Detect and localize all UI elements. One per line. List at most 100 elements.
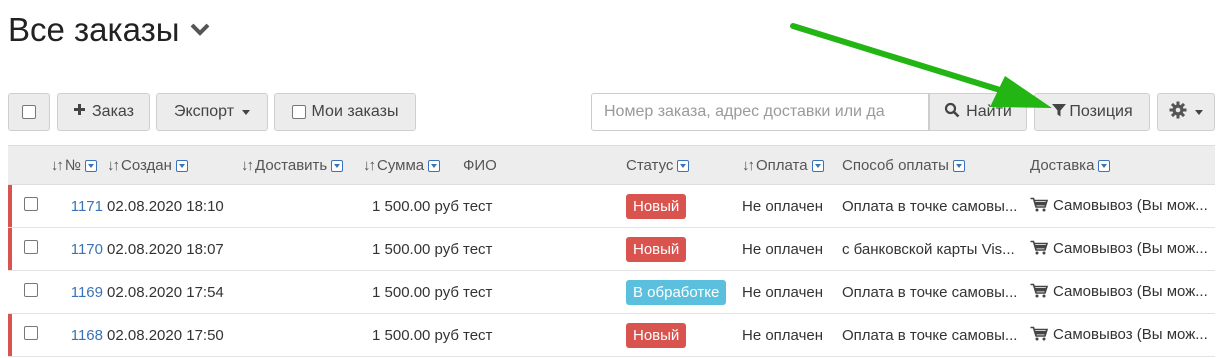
- header-sum[interactable]: ↓↑ Сумма: [359, 145, 459, 185]
- row-select-cell[interactable]: [8, 313, 45, 357]
- row-checkbox[interactable]: [24, 326, 38, 340]
- order-number-link[interactable]: 1168: [71, 327, 103, 344]
- deliver-cell: [233, 270, 359, 314]
- my-orders-toggle[interactable]: Мои заказы: [274, 93, 416, 131]
- filter-icon: [1051, 102, 1067, 123]
- header-number-label: №: [64, 156, 81, 174]
- status-stripe: [8, 314, 12, 356]
- row-checkbox[interactable]: [24, 197, 38, 211]
- filter-dropdown-icon[interactable]: [85, 159, 97, 172]
- filter-dropdown-icon[interactable]: [677, 159, 690, 172]
- header-payment[interactable]: ↓↑ Оплата: [738, 145, 838, 185]
- page-title[interactable]: Все заказы: [8, 8, 210, 52]
- header-payment-method-label: Способ оплаты: [842, 156, 949, 174]
- deliver-cell: [233, 313, 359, 357]
- settings-button[interactable]: [1157, 93, 1215, 131]
- sort-icon[interactable]: ↓↑: [363, 157, 376, 174]
- sum-cell: 1 500.00 руб: [359, 227, 459, 271]
- cart-icon: [1030, 197, 1049, 216]
- order-number-cell[interactable]: 1169: [45, 270, 103, 314]
- select-all-button[interactable]: [8, 93, 50, 131]
- cart-icon: [1030, 326, 1049, 345]
- order-number-cell[interactable]: 1171: [45, 184, 103, 228]
- delivery-cell: Самовывоз (Вы мож...: [1026, 313, 1215, 357]
- select-all-checkbox[interactable]: [22, 105, 36, 119]
- filter-dropdown-icon[interactable]: [1098, 159, 1111, 172]
- caret-down-icon: [242, 109, 251, 115]
- delivery-cell: Самовывоз (Вы мож...: [1026, 227, 1215, 271]
- my-orders-checkbox[interactable]: [291, 105, 306, 119]
- header-select: [8, 145, 45, 185]
- filter-dropdown-icon[interactable]: [952, 159, 965, 172]
- filter-dropdown-icon[interactable]: [175, 159, 188, 172]
- header-payment-label: Оплата: [756, 156, 808, 174]
- filter-dropdown-icon[interactable]: [428, 159, 441, 172]
- header-delivery[interactable]: Доставка: [1026, 145, 1215, 185]
- created-cell: 02.08.2020 17:54: [103, 270, 233, 314]
- sort-icon[interactable]: ↓↑: [241, 157, 254, 174]
- created-cell: 02.08.2020 17:50: [103, 313, 233, 357]
- status-stripe: [8, 185, 12, 227]
- sort-icon[interactable]: ↓↑: [107, 157, 120, 174]
- search-input[interactable]: [591, 93, 929, 131]
- header-fio-label: ФИО: [463, 156, 497, 174]
- order-number-link[interactable]: 1169: [71, 284, 103, 301]
- position-filter-label: Позиция: [1069, 103, 1133, 120]
- delivery-text: Самовывоз (Вы мож...: [1053, 239, 1208, 257]
- deliver-cell: [233, 184, 359, 228]
- header-sum-label: Сумма: [377, 156, 425, 174]
- status-badge: В обработке: [626, 279, 727, 305]
- payment-method-cell: Оплата в точке самовы...: [838, 270, 1026, 314]
- sort-icon[interactable]: ↓↑: [51, 157, 64, 174]
- created-cell: 02.08.2020 18:10: [103, 184, 233, 228]
- table-header-row: ↓↑ № ↓↑ Создан ↓↑ Доставить ↓↑ Сумма ФИО Ста…: [8, 145, 1215, 185]
- cart-icon: [1030, 283, 1049, 302]
- status-cell: Новый: [622, 227, 738, 271]
- order-number-link[interactable]: 1170: [71, 241, 103, 258]
- header-fio: ФИО: [459, 145, 622, 185]
- row-select-cell[interactable]: [8, 227, 45, 271]
- header-created[interactable]: ↓↑ Создан: [103, 145, 233, 185]
- row-select-cell[interactable]: [8, 184, 45, 228]
- delivery-text: Самовывоз (Вы мож...: [1053, 282, 1208, 300]
- search-button[interactable]: Найти: [929, 93, 1027, 131]
- created-cell: 02.08.2020 18:07: [103, 227, 233, 271]
- delivery-text: Самовывоз (Вы мож...: [1053, 196, 1208, 214]
- header-status[interactable]: Статус: [622, 145, 738, 185]
- table-row[interactable]: 1169 02.08.2020 17:54 1 500.00 руб тест …: [8, 270, 1215, 314]
- header-created-label: Создан: [121, 156, 172, 174]
- table-row[interactable]: 1171 02.08.2020 18:10 1 500.00 руб тест …: [8, 184, 1215, 228]
- toolbar: Заказ Экспорт Мои заказы Найти Позиция: [8, 93, 1215, 131]
- deliver-cell: [233, 227, 359, 271]
- row-checkbox[interactable]: [24, 283, 38, 297]
- header-status-label: Статус: [626, 156, 674, 174]
- header-deliver[interactable]: ↓↑ Доставить: [233, 145, 359, 185]
- table-row[interactable]: 1170 02.08.2020 18:07 1 500.00 руб тест …: [8, 227, 1215, 271]
- header-number[interactable]: ↓↑ №: [45, 145, 103, 185]
- fio-cell: тест: [459, 184, 622, 228]
- header-payment-method[interactable]: Способ оплаты: [838, 145, 1026, 185]
- table-row[interactable]: 1168 02.08.2020 17:50 1 500.00 руб тест …: [8, 313, 1215, 357]
- row-select-cell[interactable]: [8, 270, 45, 314]
- position-filter-button[interactable]: Позиция: [1034, 93, 1150, 131]
- sort-icon[interactable]: ↓↑: [742, 157, 755, 174]
- chevron-down-icon[interactable]: [190, 20, 210, 40]
- order-number-cell[interactable]: 1170: [45, 227, 103, 271]
- status-cell: Новый: [622, 313, 738, 357]
- export-button[interactable]: Экспорт: [156, 93, 268, 131]
- row-checkbox[interactable]: [24, 240, 38, 254]
- my-orders-label: Мои заказы: [311, 103, 399, 120]
- payment-method-cell: с банковской карты Vis...: [838, 227, 1026, 271]
- delivery-cell: Самовывоз (Вы мож...: [1026, 270, 1215, 314]
- sum-cell: 1 500.00 руб: [359, 184, 459, 228]
- filter-dropdown-icon[interactable]: [331, 159, 344, 172]
- order-number-cell[interactable]: 1168: [45, 313, 103, 357]
- payment-cell: Не оплачен: [738, 313, 838, 357]
- sum-cell: 1 500.00 руб: [359, 313, 459, 357]
- add-order-button[interactable]: Заказ: [57, 93, 150, 131]
- order-number-link[interactable]: 1171: [71, 198, 103, 215]
- add-order-label: Заказ: [92, 103, 134, 120]
- filter-dropdown-icon[interactable]: [811, 159, 824, 172]
- payment-method-cell: Оплата в точке самовы...: [838, 184, 1026, 228]
- cart-icon: [1030, 240, 1049, 259]
